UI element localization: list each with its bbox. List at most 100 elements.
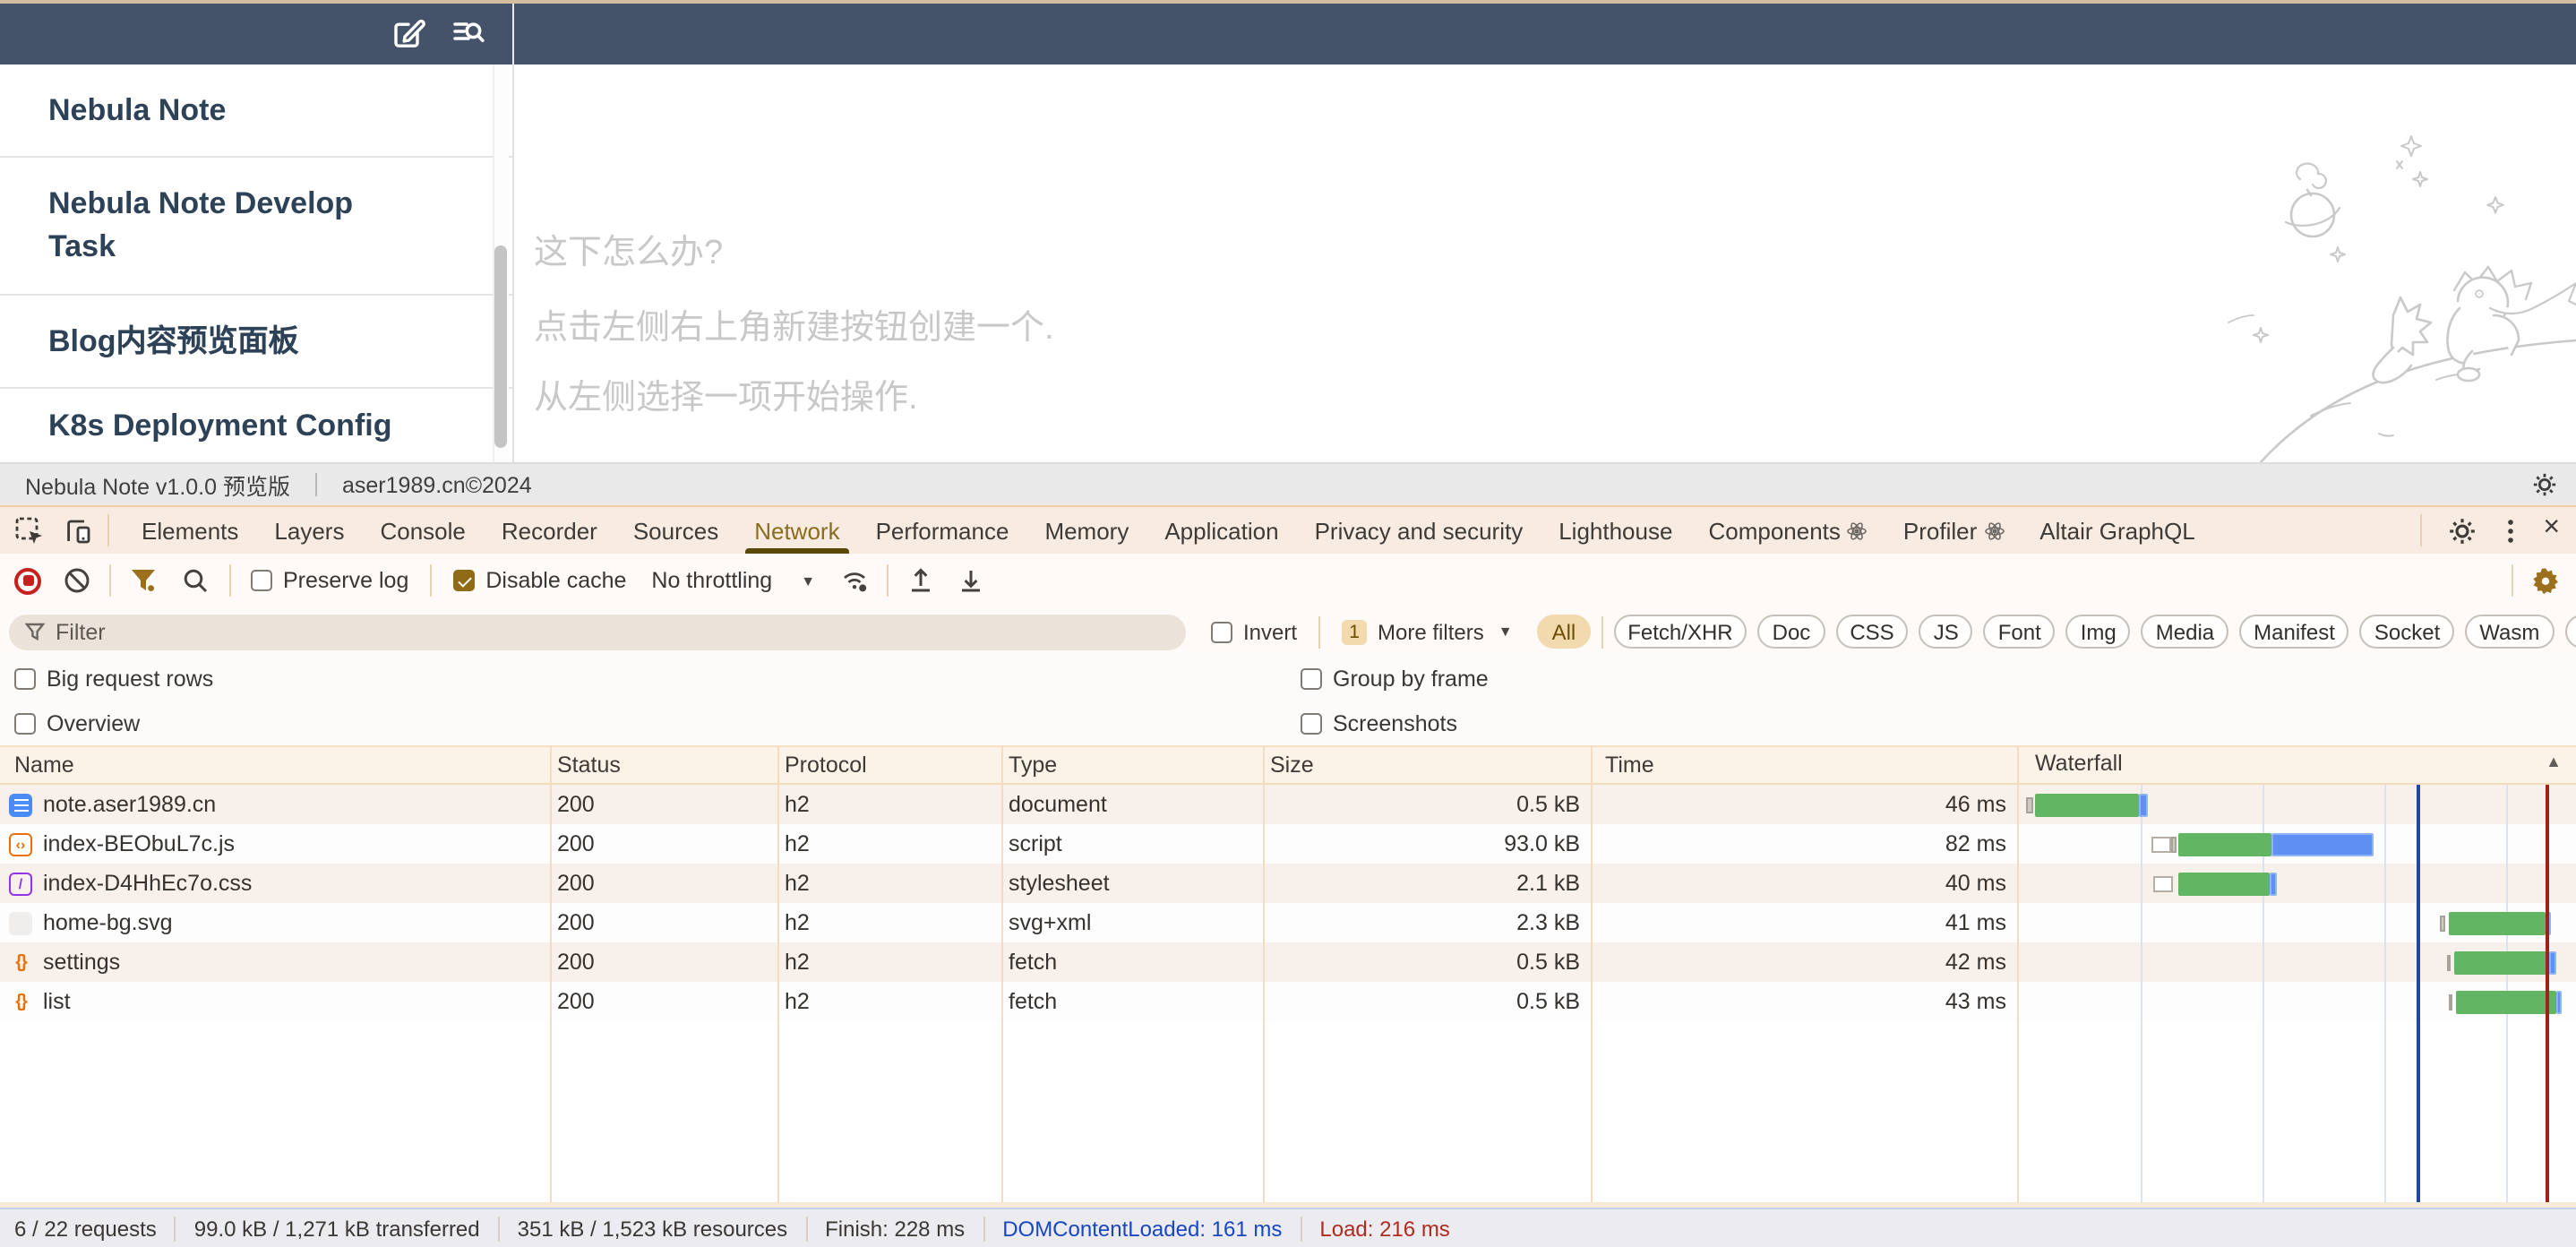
network-requests-table: Name Status Protocol Type Size Time Wate… — [0, 745, 2576, 1202]
throttling-select-value[interactable]: No throttling — [651, 568, 772, 593]
device-toolbar-icon[interactable] — [63, 515, 93, 546]
new-note-icon[interactable] — [391, 14, 426, 50]
filter-chip-font[interactable]: Font — [1984, 615, 2056, 649]
preserve-log-checkbox[interactable] — [251, 570, 272, 591]
disable-cache-checkbox[interactable] — [453, 570, 475, 591]
fetch-icon: {} — [9, 990, 32, 1013]
waterfall-bar-blue — [2271, 832, 2374, 856]
table-row[interactable]: /index-D4HhEc7o.css 200 h2 stylesheet 2.… — [0, 864, 2576, 903]
load-time: Load: 216 ms — [1301, 1216, 1467, 1241]
table-row[interactable]: {}list 200 h2 fetch 0.5 kB 43 ms — [0, 982, 2576, 1021]
tab-console[interactable]: Console — [362, 507, 483, 554]
filter-chip-socket[interactable]: Socket — [2360, 615, 2454, 649]
tab-memory[interactable]: Memory — [1026, 507, 1146, 554]
tab-layers[interactable]: Layers — [256, 507, 362, 554]
toolbar-divider — [229, 564, 231, 597]
filter-chip-doc[interactable]: Doc — [1758, 615, 1825, 649]
tab-performance[interactable]: Performance — [858, 507, 1027, 554]
tab-elements[interactable]: Elements — [124, 507, 256, 554]
waterfall-cell — [2017, 942, 2576, 982]
devtools-settings-gear-icon[interactable] — [2446, 515, 2477, 546]
record-network-log-button[interactable] — [14, 567, 41, 594]
sidebar-item-label: Blog内容预览面板 — [48, 320, 299, 363]
filter-icon-active[interactable] — [129, 566, 158, 595]
sidebar-item-note[interactable]: Nebula Note Develop Task — [0, 158, 512, 296]
column-header-type[interactable]: Type — [1001, 752, 1263, 778]
sidebar-item-note[interactable]: Blog内容预览面板 — [0, 296, 512, 389]
tab-network[interactable]: Network — [736, 507, 857, 554]
requests-count: 6 / 22 requests — [0, 1216, 175, 1241]
tab-application[interactable]: Application — [1146, 507, 1296, 554]
invert-filter-label: Invert — [1243, 619, 1297, 644]
sidebar-item-note[interactable]: K8s Deployment Config — [0, 389, 512, 462]
filter-chip-other[interactable]: Other — [2564, 615, 2576, 649]
more-filters-label[interactable]: More filters — [1378, 619, 1484, 644]
table-header-row: Name Status Protocol Type Size Time Wate… — [0, 745, 2576, 785]
import-har-icon[interactable] — [906, 566, 935, 595]
filter-chip-manifest[interactable]: Manifest — [2239, 615, 2349, 649]
column-header-time[interactable]: Time — [1591, 752, 2017, 778]
table-row[interactable]: note.aser1989.cn 200 h2 document 0.5 kB … — [0, 785, 2576, 824]
table-row[interactable]: {}settings 200 h2 fetch 0.5 kB 42 ms — [0, 942, 2576, 982]
search-network-icon[interactable] — [181, 566, 210, 595]
tab-privacy-and-security[interactable]: Privacy and security — [1297, 507, 1541, 554]
big-request-rows-checkbox[interactable] — [14, 667, 36, 689]
empty-state-hint-1: 点击左侧右上角新建按钮创建一个. — [534, 301, 1054, 349]
column-header-name[interactable]: Name — [0, 752, 550, 778]
network-conditions-icon[interactable] — [840, 566, 869, 595]
throttling-dropdown-arrow-icon[interactable]: ▼ — [801, 572, 815, 589]
network-toolbar: Preserve log Disable cache No throttling… — [0, 554, 2576, 607]
table-row[interactable]: ‹›index-BEObuL7c.js 200 h2 script 93.0 k… — [0, 824, 2576, 864]
filter-divider — [1318, 615, 1320, 648]
export-har-icon[interactable] — [957, 566, 985, 595]
clear-network-log-icon[interactable] — [63, 566, 91, 595]
filter-chip-media[interactable]: Media — [2142, 615, 2228, 649]
filter-chip-fetch-xhr[interactable]: Fetch/XHR — [1613, 615, 1747, 649]
finish-time: Finish: 228 ms — [807, 1216, 983, 1241]
filter-chip-js[interactable]: JS — [1919, 615, 1973, 649]
column-header-status[interactable]: Status — [550, 752, 777, 778]
inspect-element-icon[interactable] — [14, 515, 45, 546]
sidebar-item-label: K8s Deployment Config — [48, 404, 392, 447]
preserve-log-label: Preserve log — [283, 568, 408, 593]
more-filters-dropdown-arrow-icon[interactable]: ▼ — [1498, 624, 1513, 640]
app-settings-gear-icon[interactable] — [2531, 471, 2558, 498]
devtools-close-icon[interactable]: × — [2532, 512, 2576, 548]
overview-checkbox[interactable] — [14, 712, 36, 734]
tab-lighthouse[interactable]: Lighthouse — [1541, 507, 1690, 554]
filter-divider — [1601, 615, 1602, 648]
filter-chip-all[interactable]: All — [1538, 615, 1591, 649]
sidebar-scrollbar-thumb[interactable] — [494, 245, 507, 448]
devtools-kebab-menu-icon[interactable] — [2494, 515, 2525, 546]
tab-recorder[interactable]: Recorder — [484, 507, 615, 554]
waterfall-bar-blue — [2546, 911, 2551, 934]
screenshots-checkbox[interactable] — [1301, 712, 1322, 734]
topbar-divider — [512, 4, 514, 64]
filter-input[interactable]: Filter — [9, 614, 1186, 649]
tab-profiler[interactable]: Profiler — [1885, 507, 2022, 554]
column-header-waterfall[interactable]: Waterfall ▲ — [2017, 745, 2576, 785]
tab-altair-graphql[interactable]: Altair GraphQL — [2022, 507, 2212, 554]
tab-sources[interactable]: Sources — [615, 507, 736, 554]
filter-placeholder: Filter — [56, 619, 106, 644]
filter-chip-wasm[interactable]: Wasm — [2465, 615, 2554, 649]
filter-chip-css[interactable]: CSS — [1835, 615, 1908, 649]
tabbar-divider — [107, 514, 109, 546]
invert-filter-checkbox[interactable] — [1211, 621, 1232, 642]
waterfall-bar-green — [2178, 872, 2270, 895]
waterfall-cell — [2017, 824, 2576, 864]
waterfall-bar-stub — [2026, 796, 2033, 813]
group-by-frame-checkbox[interactable] — [1301, 667, 1322, 689]
transferred-size: 99.0 kB / 1,271 kB transferred — [176, 1216, 498, 1241]
sidebar-item-note[interactable]: Nebula Note — [0, 64, 512, 158]
table-row[interactable]: home-bg.svg 200 h2 svg+xml 2.3 kB 41 ms — [0, 903, 2576, 942]
column-header-size[interactable]: Size — [1263, 752, 1591, 778]
react-atom-icon — [1848, 520, 1868, 540]
tab-components[interactable]: Components — [1690, 507, 1885, 554]
network-settings-gear-icon[interactable] — [2531, 566, 2560, 595]
filter-chip-img[interactable]: Img — [2066, 615, 2131, 649]
column-header-protocol[interactable]: Protocol — [777, 752, 1001, 778]
search-list-icon[interactable] — [450, 14, 485, 50]
waterfall-bar-green — [2178, 832, 2271, 856]
waterfall-bar-blue — [2139, 793, 2148, 816]
